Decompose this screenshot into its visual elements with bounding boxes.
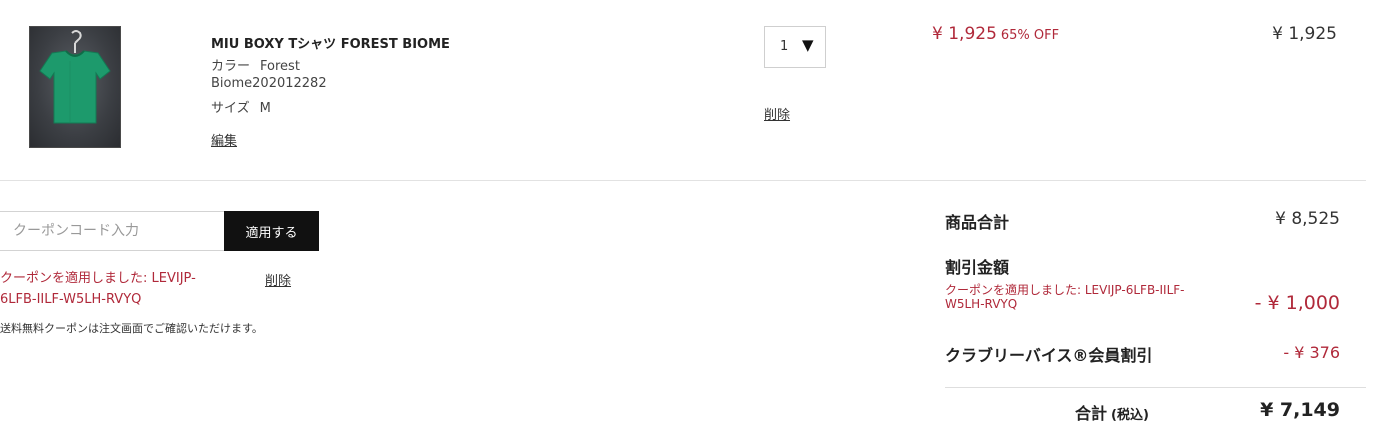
apply-coupon-button[interactable]: 適用する: [224, 211, 319, 251]
subtotal-value: ¥ 8,525: [1275, 209, 1340, 229]
product-code: Biome202012282: [211, 76, 327, 91]
quantity-select[interactable]: 1 ▼: [764, 26, 826, 68]
total-value: ¥ 7,149: [1260, 399, 1340, 421]
size-value: M: [259, 101, 271, 116]
product-name: MIU BOXY Tシャツ FOREST BIOME: [211, 37, 450, 52]
chevron-down-icon: ▼: [802, 36, 814, 54]
product-thumbnail[interactable]: [29, 26, 121, 148]
tshirt-image-icon: [39, 30, 111, 124]
member-discount-value: - ¥ 376: [1283, 343, 1340, 362]
subtotal-label: 商品合計: [945, 213, 1010, 232]
coupon-code-input[interactable]: [0, 211, 224, 251]
section-divider: [0, 180, 1366, 181]
discount-badge: 65% OFF: [1000, 28, 1060, 43]
sale-price-block: ¥ 1,925 65% OFF: [932, 24, 1059, 44]
product-color: カラー Forest: [211, 55, 300, 74]
sale-price: ¥ 1,925: [932, 24, 997, 44]
size-label: サイズ: [211, 101, 250, 116]
color-label: カラー: [211, 59, 251, 74]
edit-item-link[interactable]: 編集: [211, 130, 237, 149]
product-size: サイズ M: [211, 97, 271, 116]
remove-coupon-link[interactable]: 削除: [265, 270, 291, 289]
discount-value: - ¥ 1,000: [1254, 292, 1340, 314]
discount-label: 割引金額: [945, 258, 1010, 277]
tax-included-note: (税込): [1111, 408, 1149, 423]
line-total: ¥ 1,925: [1272, 24, 1337, 44]
quantity-value: 1: [780, 39, 789, 54]
discount-coupon-note: クーポンを適用しました: LEVIJP-6LFB-IILF-W5LH-RVYQ: [945, 283, 1185, 311]
total-label: 合計 (税込): [1075, 400, 1149, 424]
color-value: Forest: [260, 59, 300, 74]
total-label-text: 合計: [1075, 404, 1108, 423]
member-discount-label: クラブリーバイス®会員割引: [945, 346, 1153, 365]
summary-divider: [945, 387, 1366, 388]
delete-item-link[interactable]: 削除: [764, 104, 790, 123]
free-shipping-note: 送料無料クーポンは注文画面でご確認いただけます。: [0, 322, 263, 335]
coupon-applied-message: クーポンを適用しました: LEVIJP-6LFB-IILF-W5LH-RVYQ: [0, 271, 196, 307]
